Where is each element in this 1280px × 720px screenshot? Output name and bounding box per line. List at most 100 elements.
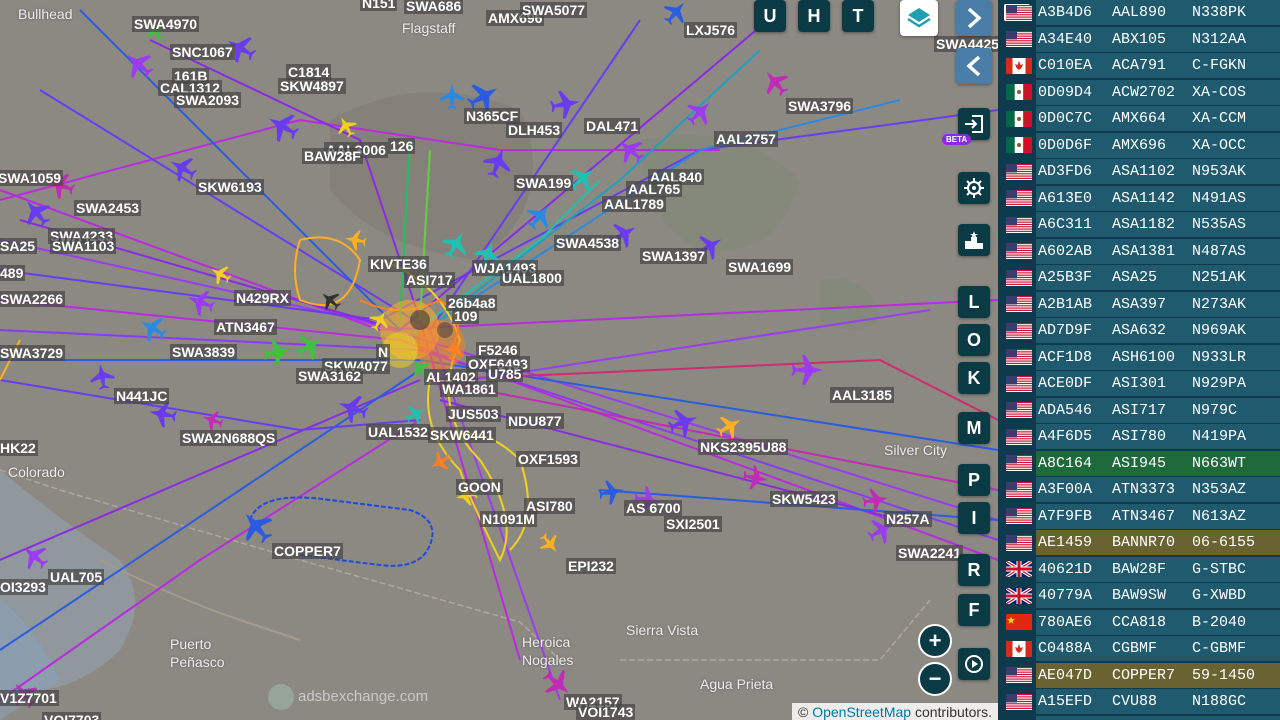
u-button[interactable]: U xyxy=(754,0,786,32)
letter-button-l[interactable]: L xyxy=(958,286,990,318)
callsign-label[interactable]: SWA2093 xyxy=(174,92,242,108)
callsign-label[interactable]: SWA1397 xyxy=(640,248,708,264)
callsign-label[interactable]: KIVTE36 xyxy=(368,256,429,272)
callsign-label[interactable]: SWA1699 xyxy=(726,259,794,275)
callsign-label[interactable]: N441JC xyxy=(114,388,170,404)
callsign-label[interactable]: SWA2241 xyxy=(896,545,964,561)
callsign-label[interactable]: SKW4897 xyxy=(278,78,346,94)
table-row[interactable]: A1B0E1CXK147N2015 xyxy=(998,715,1280,720)
callsign-label[interactable]: AAL3185 xyxy=(830,387,894,403)
callsign-label[interactable]: SKW6193 xyxy=(196,179,264,195)
callsign-label[interactable]: SWA3796 xyxy=(786,98,854,114)
callsign-label[interactable]: SKW5423 xyxy=(770,491,838,507)
letter-button-f[interactable]: F xyxy=(958,594,990,626)
callsign-label[interactable]: 489 xyxy=(0,265,26,281)
stats-button[interactable] xyxy=(958,224,990,256)
callsign-label[interactable]: AAL2757 xyxy=(714,131,778,147)
osm-link[interactable]: OpenStreetMap xyxy=(812,704,911,720)
callsign-label[interactable]: N429RX xyxy=(234,290,291,306)
callsign-label[interactable]: BAW28F xyxy=(302,148,363,164)
callsign-label[interactable]: SWA2266 xyxy=(0,291,66,307)
callsign-label[interactable]: SNC1067 xyxy=(170,44,235,60)
table-row[interactable]: A8C164 ASI945 N663WT xyxy=(998,450,1280,476)
callsign-label[interactable]: SWA4970 xyxy=(132,16,200,32)
callsign-label[interactable]: SWA686 xyxy=(404,0,464,14)
letter-button-k[interactable]: K xyxy=(958,362,990,394)
t-button[interactable]: T xyxy=(842,0,874,32)
table-row[interactable]: A25B3F ASA25 N251AK xyxy=(998,265,1280,290)
settings-button[interactable] xyxy=(958,172,990,204)
table-row[interactable]: 0D0D6F AMX696 XA-OCC xyxy=(998,132,1280,158)
callsign-label[interactable]: AAL1789 xyxy=(602,196,666,212)
callsign-label[interactable]: VOI1743 xyxy=(576,704,636,720)
zoom-out-button[interactable]: − xyxy=(918,662,952,696)
table-row[interactable]: 780AE6 CCA818 B-2040 xyxy=(998,609,1280,635)
callsign-label[interactable]: SWA3839 xyxy=(170,344,238,360)
table-row[interactable]: A602AB ASA1381 N487AS xyxy=(998,238,1280,264)
table-row[interactable]: A6C311 ASA1182 N535AS xyxy=(998,212,1280,237)
callsign-label[interactable]: LXJ576 xyxy=(684,22,738,38)
callsign-label[interactable]: SXI2501 xyxy=(664,516,722,532)
callsign-label[interactable]: WA1861 xyxy=(440,381,498,397)
layers-button[interactable] xyxy=(900,0,938,36)
callsign-label[interactable]: SWA2N688QS xyxy=(180,430,278,446)
letter-button-p[interactable]: P xyxy=(958,464,990,496)
table-row[interactable]: ACF1D8 ASH6100 N933LR xyxy=(998,344,1280,370)
callsign-label[interactable]: N1091M xyxy=(480,511,537,527)
callsign-label[interactable]: AAL765 xyxy=(626,181,683,197)
callsign-label[interactable]: UAL705 xyxy=(48,569,105,585)
table-row[interactable]: A613E0 ASA1142 N491AS xyxy=(998,185,1280,211)
table-row[interactable]: A3F00A ATN3373 N353AZ xyxy=(998,477,1280,502)
table-row[interactable]: A3B4D6 AAL890 N338PK xyxy=(998,0,1280,25)
callsign-label[interactable]: SWA1059 xyxy=(0,170,64,186)
callsign-label[interactable]: ASI717 xyxy=(404,272,455,288)
callsign-label[interactable]: VOI7703 xyxy=(42,712,102,720)
callsign-label[interactable]: SWA199 xyxy=(514,175,574,191)
map-view[interactable]: Bullhead Colorado Silver City Sierra Vista P… xyxy=(0,0,998,720)
collapse-panel-button[interactable] xyxy=(956,48,992,84)
callsign-label[interactable]: ATN3467 xyxy=(214,319,277,335)
table-row[interactable]: 40779A BAW9SW G-XWBD xyxy=(998,583,1280,608)
callsign-label[interactable]: V1Z7701 xyxy=(0,690,59,706)
letter-button-r[interactable]: R xyxy=(958,554,990,586)
letter-button-m[interactable]: M xyxy=(958,412,990,444)
callsign-label[interactable]: SKW6441 xyxy=(428,427,496,443)
callsign-label[interactable]: JUS503 xyxy=(446,406,501,422)
table-row[interactable]: ACE0DF ASI301 N929PA xyxy=(998,371,1280,396)
table-row[interactable]: 0D09D4 ACW2702 XA-COS xyxy=(998,79,1280,105)
table-row[interactable]: AD3FD6 ASA1102 N953AK xyxy=(998,159,1280,184)
table-row[interactable]: C0488A CGBMF C-GBMF xyxy=(998,636,1280,661)
table-row[interactable]: A7F9FB ATN3467 N613AZ xyxy=(998,503,1280,529)
callsign-label[interactable]: OXF1593 xyxy=(516,451,580,467)
table-row[interactable]: AE047D COPPER7 59-1450 xyxy=(998,662,1280,688)
letter-button-o[interactable]: O xyxy=(958,324,990,356)
callsign-label[interactable]: DAL471 xyxy=(584,118,641,134)
table-row[interactable]: 40621D BAW28F G-STBC xyxy=(998,556,1280,582)
table-row[interactable]: ADA546 ASI717 N979C xyxy=(998,397,1280,423)
callsign-label[interactable]: AS 6700 xyxy=(624,500,683,516)
callsign-label[interactable]: U785 xyxy=(486,366,524,382)
replay-button[interactable] xyxy=(958,648,990,680)
table-row[interactable]: AE1459 BANNR70 06-6155 xyxy=(998,530,1280,555)
callsign-label[interactable]: SWA4538 xyxy=(554,235,622,251)
callsign-label[interactable]: HK22 xyxy=(0,440,38,456)
expand-panel-button[interactable] xyxy=(956,0,992,36)
table-row[interactable]: A15EFD CVU88 N188GC xyxy=(998,689,1280,714)
callsign-label[interactable]: N151 xyxy=(360,0,398,11)
letter-button-i[interactable]: I xyxy=(958,502,990,534)
table-row[interactable]: A34E40 ABX105 N312AA xyxy=(998,26,1280,52)
table-row[interactable]: A2B1AB ASA397 N273AK xyxy=(998,291,1280,317)
callsign-label[interactable]: SWA2453 xyxy=(74,200,142,216)
callsign-label[interactable]: SA25 xyxy=(0,238,38,254)
callsign-label[interactable]: COPPER7 xyxy=(272,543,343,559)
callsign-label[interactable]: UAL1800 xyxy=(500,270,564,286)
callsign-label[interactable]: EPI232 xyxy=(566,558,616,574)
callsign-label[interactable]: SWA3729 xyxy=(0,345,66,361)
callsign-label[interactable]: N257A xyxy=(884,511,932,527)
table-row[interactable]: AD7D9F ASA632 N969AK xyxy=(998,318,1280,343)
table-row[interactable]: 0D0C7C AMX664 XA-CCM xyxy=(998,106,1280,131)
callsign-label[interactable]: 109 xyxy=(452,308,480,324)
aircraft-list-panel[interactable]: A3B4D6 AAL890 N338PK A34E40 ABX105 N312AA C010… xyxy=(998,0,1280,720)
zoom-in-button[interactable]: + xyxy=(918,624,952,658)
callsign-label[interactable]: UAL1532 xyxy=(366,424,430,440)
